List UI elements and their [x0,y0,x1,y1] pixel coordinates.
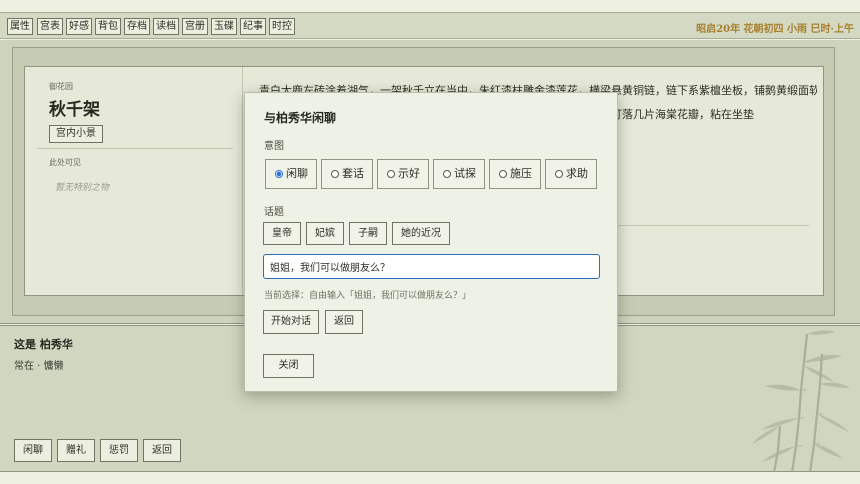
radio-icon[interactable] [555,170,563,178]
visible-items-empty: 暂无特别之物 [55,183,110,193]
radio-icon[interactable] [499,170,507,178]
intent-option-plead[interactable]: 求助 [545,159,597,189]
return-button[interactable]: 返回 [143,439,181,462]
intent-option-label: 施压 [510,167,532,180]
location-area: 御花园 [49,82,73,91]
intent-option-probe-words[interactable]: 套话 [321,159,373,189]
chat-input[interactable] [263,254,600,279]
location-tag: 宫内小景 [49,125,103,143]
toolbar-inventory-button[interactable]: 背包 [95,18,121,35]
topic-consorts-button[interactable]: 妃嫔 [306,222,344,245]
top-toolbar: 属性 宫表 好感 背包 存档 读档 宫册 玉碟 纪事 时控 昭启20年 花朝初四… [0,12,860,39]
toolbar-jade-record-button[interactable]: 玉碟 [211,18,237,35]
radio-icon[interactable] [331,170,339,178]
character-name: 这是 柏秀华 [14,338,73,351]
intent-option-label: 求助 [566,167,588,180]
location-divider [37,148,233,149]
bamboo-decoration-icon [752,330,850,473]
toolbar-save-button[interactable]: 存档 [124,18,150,35]
current-selection-text: 当前选择：自由输入「姐姐，我们可以做朋友么？」 [264,291,472,301]
chat-button[interactable]: 闲聊 [14,439,52,462]
location-title: 秋千架 [49,100,100,120]
footer-strip [0,472,860,484]
location-panel: 御花园 秋千架 宫内小景 此处可见 暂无特别之物 [25,67,243,295]
start-dialog-button[interactable]: 开始对话 [263,310,319,334]
intent-option-label: 试探 [454,167,476,180]
intent-option-chat[interactable]: 闲聊 [265,159,317,189]
intent-option-befriend[interactable]: 示好 [377,159,429,189]
intent-option-label: 示好 [398,167,420,180]
toolbar-load-button[interactable]: 读档 [153,18,179,35]
toolbar-palace-register-button[interactable]: 宫册 [182,18,208,35]
intent-option-label: 闲聊 [286,167,308,180]
topic-heirs-button[interactable]: 子嗣 [349,222,387,245]
intent-label: 意图 [264,141,284,152]
toolbar-time-control-button[interactable]: 时控 [269,18,295,35]
radio-icon[interactable] [443,170,451,178]
date-weather-status: 昭启20年 花朝初四 小雨 巳时·上午 [696,24,854,35]
intent-option-test[interactable]: 试探 [433,159,485,189]
toolbar-attributes-button[interactable]: 属性 [7,18,33,35]
radio-icon[interactable] [387,170,395,178]
toolbar-chronicle-button[interactable]: 纪事 [240,18,266,35]
punish-button[interactable]: 惩罚 [100,439,138,462]
chat-dialog: 与柏秀华闲聊 意图 闲聊 套话 示好 试探 施压 求助 话题 皇帝 妃嫔 子嗣 … [244,92,618,392]
dialog-close-button[interactable]: 关闭 [263,354,314,378]
toolbar-favor-button[interactable]: 好感 [66,18,92,35]
intent-option-label: 套话 [342,167,364,180]
character-status: 常在 · 慵懒 [14,361,64,372]
topic-emperor-button[interactable]: 皇帝 [263,222,301,245]
topic-her-news-button[interactable]: 她的近况 [392,222,450,245]
gift-button[interactable]: 赠礼 [57,439,95,462]
visible-items-label: 此处可见 [49,158,81,167]
radio-selected-icon[interactable] [275,170,283,178]
topic-label: 话题 [264,207,284,218]
intent-option-pressure[interactable]: 施压 [489,159,541,189]
dialog-title: 与柏秀华闲聊 [264,111,337,125]
toolbar-palace-table-button[interactable]: 宫表 [37,18,63,35]
dialog-back-button[interactable]: 返回 [325,310,363,334]
